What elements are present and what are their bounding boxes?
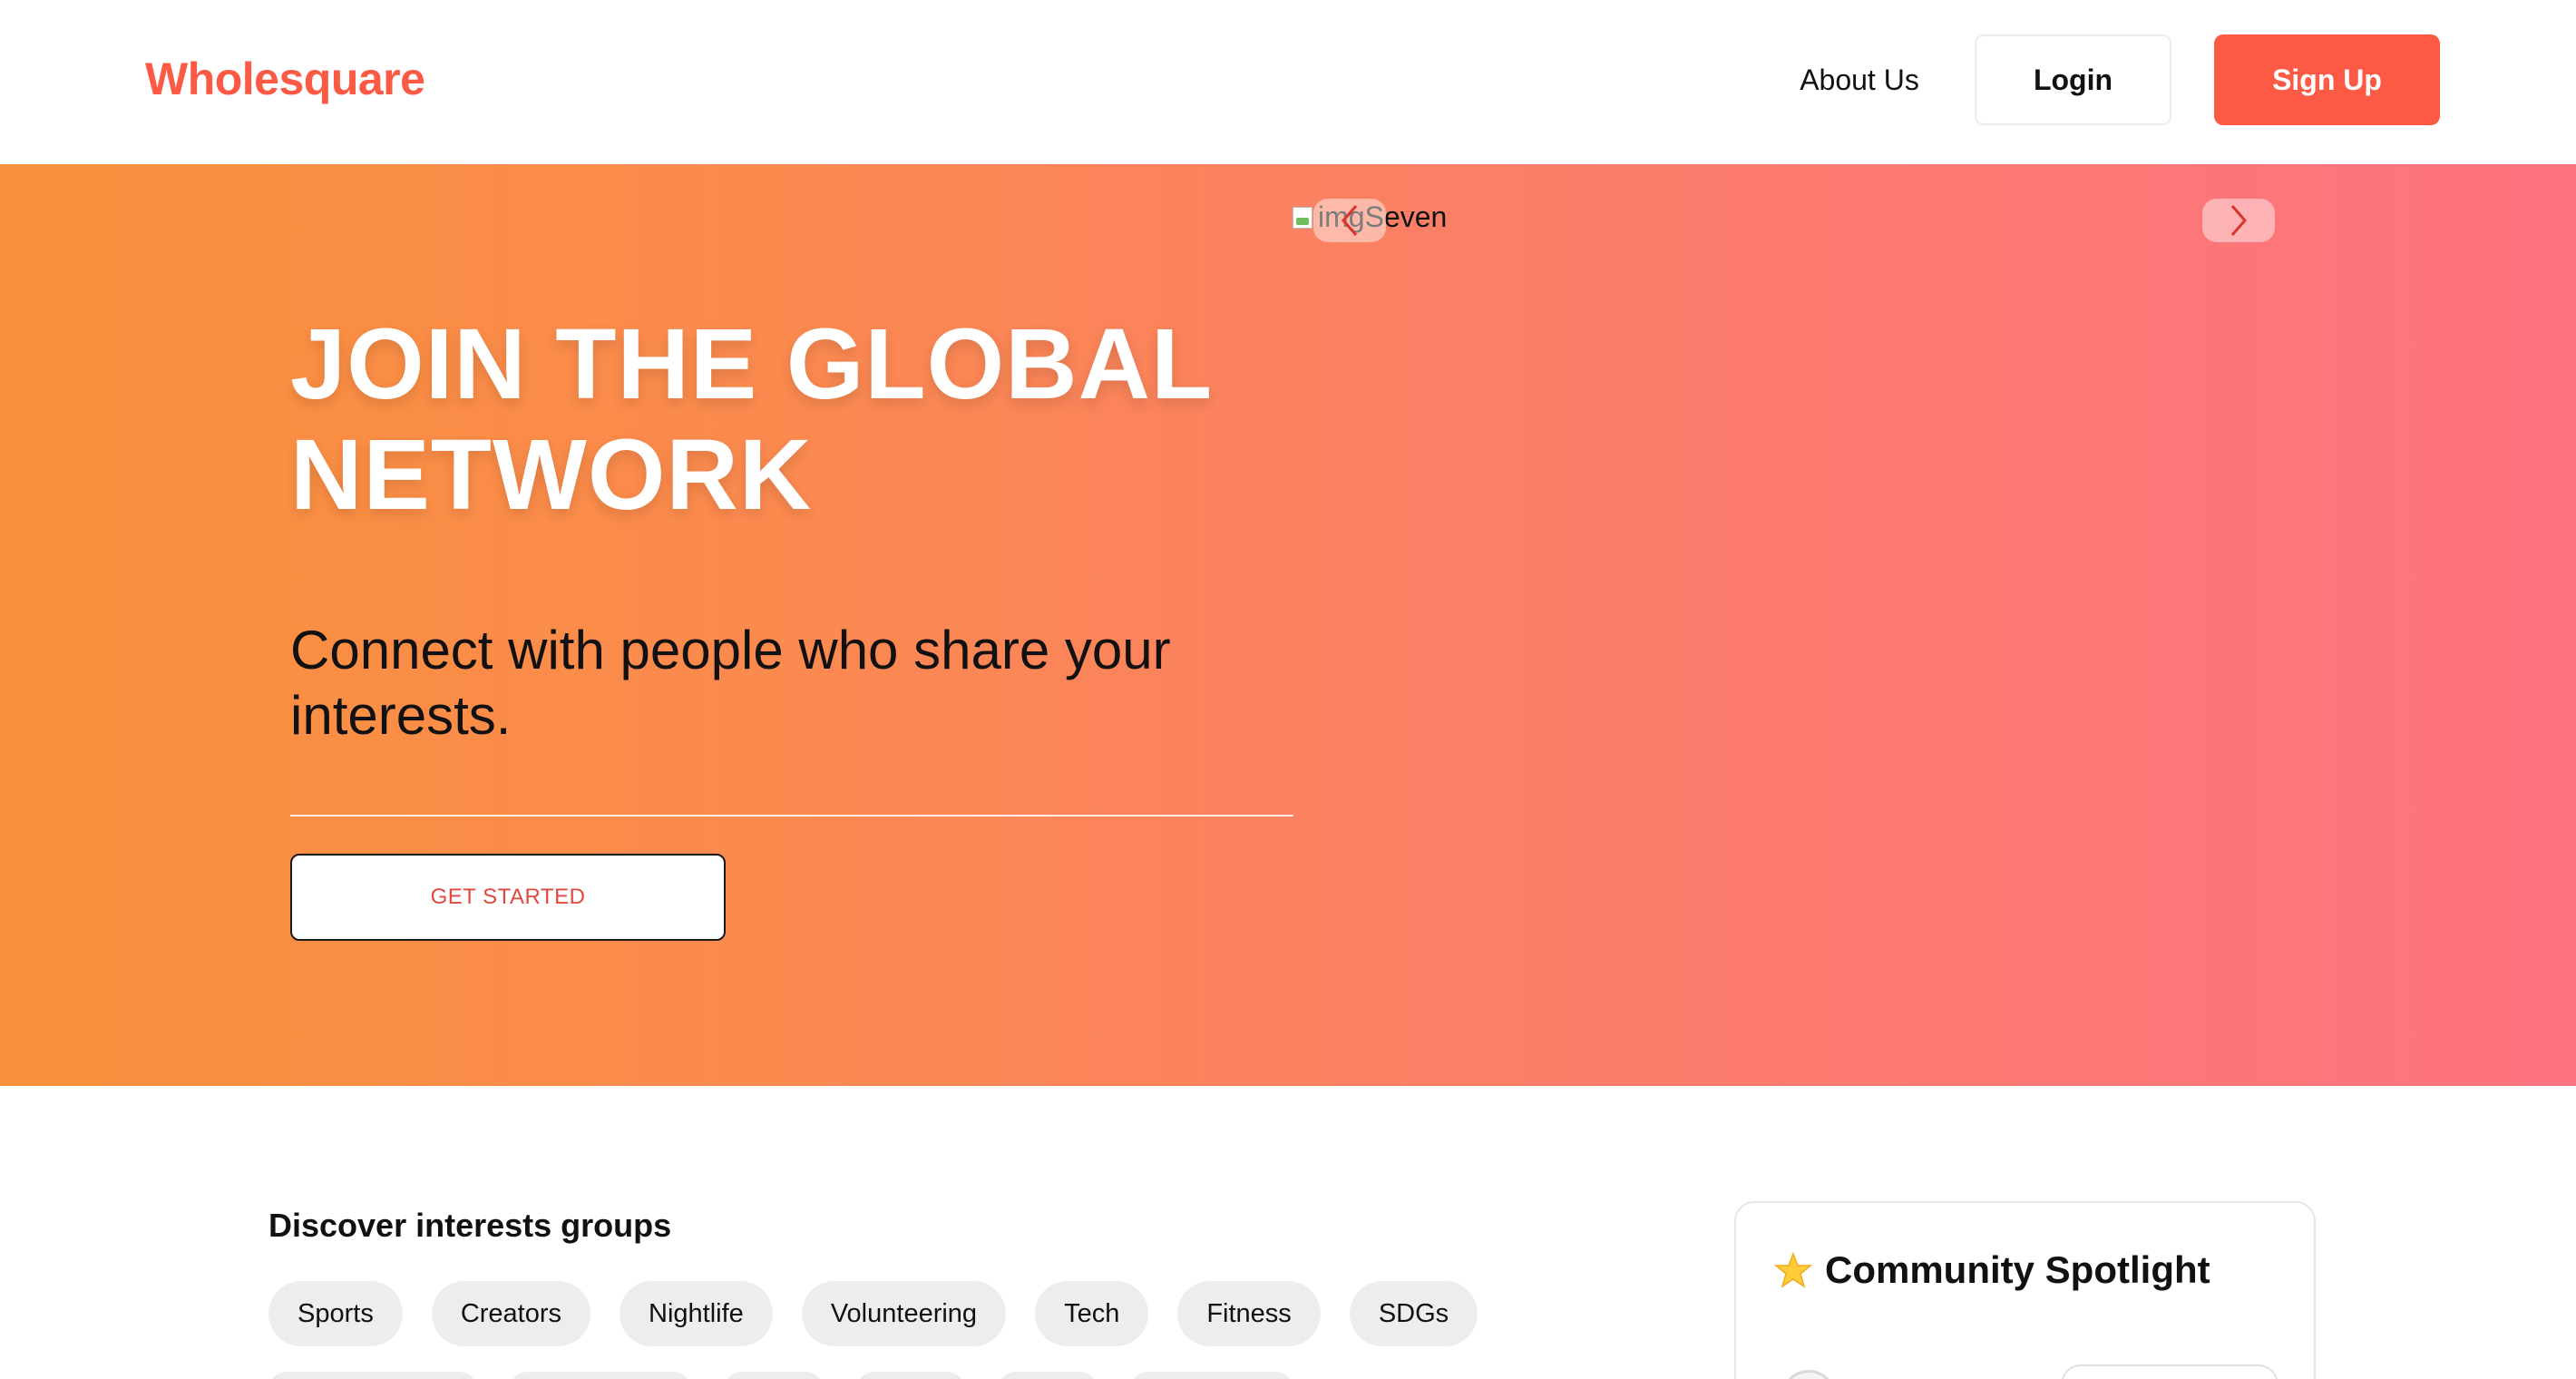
spotlight-header: Community Spotlight: [1774, 1248, 2210, 1292]
chip-partial[interactable]: [510, 1372, 691, 1379]
chip-volunteering[interactable]: Volunteering: [801, 1281, 1007, 1346]
interest-chip-list-row2: [268, 1372, 1326, 1379]
carousel-prev-button[interactable]: [1313, 199, 1386, 242]
signup-button[interactable]: Sign Up: [2214, 34, 2440, 125]
top-nav: Wholesquare About Us Login Sign Up: [0, 0, 2576, 164]
chip-partial[interactable]: [998, 1372, 1098, 1379]
chip-creators[interactable]: Creators: [431, 1281, 591, 1346]
hero-banner: JOIN THE GLOBAL NETWORK Connect with peo…: [0, 164, 2576, 1086]
hero-title: JOIN THE GLOBAL NETWORK: [290, 308, 1212, 531]
hero-divider: [290, 815, 1293, 817]
chip-partial[interactable]: [856, 1372, 965, 1379]
about-us-link[interactable]: About Us: [1742, 34, 1977, 125]
chip-partial[interactable]: [268, 1372, 477, 1379]
chevron-left-icon: [1342, 205, 1358, 236]
chip-sports[interactable]: Sports: [268, 1281, 403, 1346]
interest-chip-list: Sports Creators Nightlife Volunteering T…: [268, 1281, 1507, 1346]
chevron-right-icon: [2230, 205, 2247, 236]
carousel-next-button[interactable]: [2202, 199, 2275, 242]
spotlight-action-button[interactable]: [2061, 1364, 2278, 1379]
chip-nightlife[interactable]: Nightlife: [620, 1281, 773, 1346]
avatar[interactable]: [1781, 1370, 1836, 1379]
chip-partial[interactable]: [1130, 1372, 1293, 1379]
login-button[interactable]: Login: [1975, 34, 2171, 125]
get-started-button[interactable]: GET STARTED: [290, 854, 726, 941]
broken-image-icon: [1293, 206, 1312, 229]
chip-sdgs[interactable]: SDGs: [1349, 1281, 1478, 1346]
chip-tech[interactable]: Tech: [1035, 1281, 1149, 1346]
spotlight-title: Community Spotlight: [1825, 1248, 2210, 1291]
brand-logo[interactable]: Wholesquare: [145, 53, 425, 105]
star-icon: [1774, 1251, 1812, 1288]
community-spotlight-card: Community Spotlight: [1734, 1201, 2316, 1379]
chip-partial[interactable]: [724, 1372, 824, 1379]
discover-heading: Discover interests groups: [268, 1207, 672, 1244]
hero-subtitle: Connect with people who share your inter…: [290, 620, 1171, 746]
chip-fitness[interactable]: Fitness: [1177, 1281, 1321, 1346]
